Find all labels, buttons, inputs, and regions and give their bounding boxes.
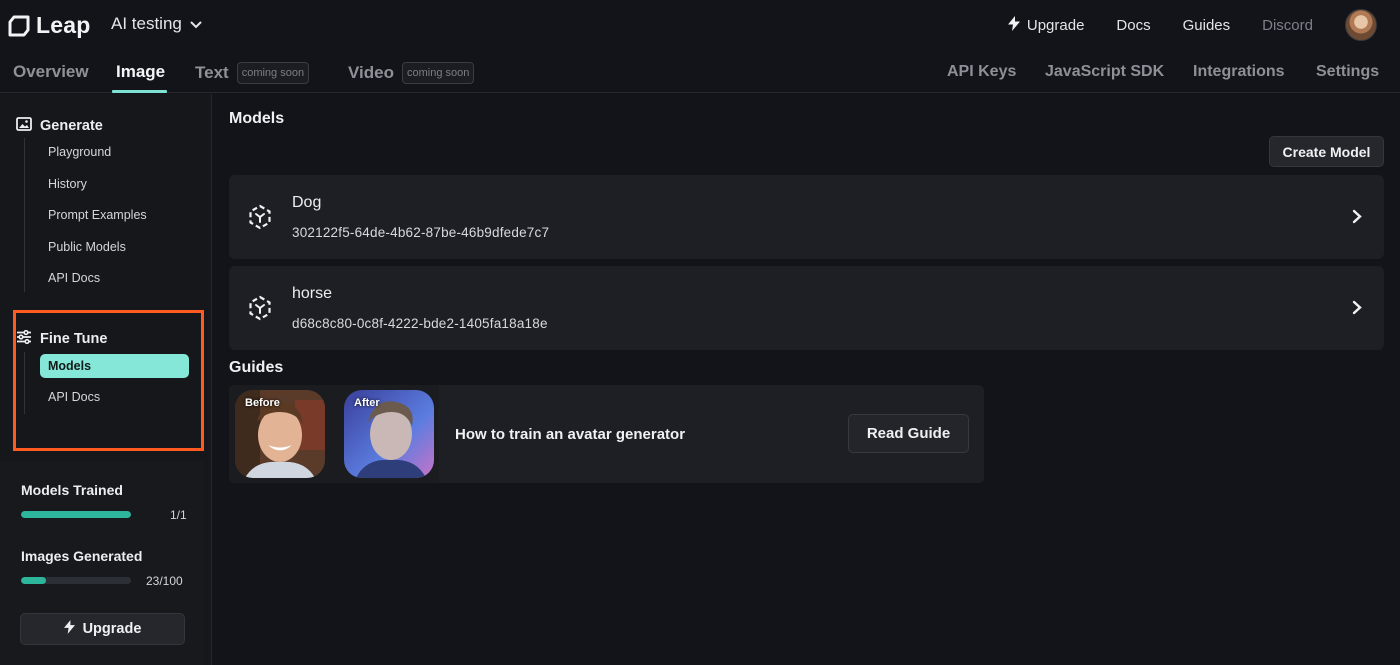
chevron-right-icon <box>1352 209 1362 229</box>
docs-link[interactable]: Docs <box>1116 17 1150 34</box>
after-illustration: After <box>344 390 434 478</box>
sidebar-item-history[interactable]: History <box>48 177 87 191</box>
lightning-icon <box>63 620 75 638</box>
user-avatar[interactable] <box>1345 9 1377 41</box>
sidebar-item-api-docs[interactable]: API Docs <box>48 271 100 285</box>
chevron-right-icon <box>1352 300 1362 320</box>
tab-text[interactable]: Text coming soon <box>195 62 310 84</box>
active-tab-indicator <box>112 90 167 93</box>
upgrade-button-label: Upgrade <box>82 621 142 637</box>
tree-line <box>24 138 25 292</box>
main-tabs: Overview Image Text coming soon Video co… <box>0 50 1400 93</box>
image-icon <box>16 117 32 135</box>
images-generated-label: Images Generated <box>21 548 143 564</box>
chevron-down-icon <box>190 14 202 34</box>
tab-text-label: Text <box>195 63 229 82</box>
after-label: After <box>354 397 380 409</box>
model-name: Dog <box>292 194 322 211</box>
progress-fill <box>21 577 47 584</box>
guide-thumbnail: Before After <box>229 385 439 483</box>
leap-logo-icon <box>8 15 30 37</box>
images-generated-count: 23/100 <box>146 574 183 588</box>
model-id: 302122f5-64de-4b62-87be-46b9dfede7c7 <box>292 225 550 240</box>
highlight-box <box>13 310 204 451</box>
logo-text: Leap <box>36 12 91 38</box>
top-nav: Upgrade Docs Guides Discord <box>1007 0 1400 50</box>
logo[interactable]: Leap <box>8 12 90 39</box>
sidebar-section-generate: Generate <box>16 117 103 135</box>
guides-link[interactable]: Guides <box>1183 17 1231 34</box>
upgrade-link[interactable]: Upgrade <box>1007 15 1085 35</box>
model-card[interactable]: Dog 302122f5-64de-4b62-87be-46b9dfede7c7 <box>229 175 1384 259</box>
model-name: horse <box>292 285 333 302</box>
tab-video-label: Video <box>348 63 394 82</box>
tab-overview[interactable]: Overview <box>13 62 89 82</box>
tab-video[interactable]: Video coming soon <box>348 62 475 84</box>
sidebar-item-public-models[interactable]: Public Models <box>48 240 126 254</box>
models-trained-progress <box>21 511 131 518</box>
read-guide-button[interactable]: Read Guide <box>848 414 969 453</box>
tab-settings[interactable]: Settings <box>1316 63 1379 81</box>
upgrade-button[interactable]: Upgrade <box>20 613 185 645</box>
sidebar-item-playground[interactable]: Playground <box>48 145 111 159</box>
project-selector[interactable]: AI testing <box>111 14 202 34</box>
models-section-title: Models <box>229 110 285 127</box>
tab-javascript-sdk[interactable]: JavaScript SDK <box>1045 63 1164 81</box>
coming-soon-badge: coming soon <box>236 62 310 84</box>
top-bar: Leap AI testing Upgrade Docs Guides Disc… <box>0 0 1400 50</box>
before-photo: Before <box>235 390 325 478</box>
models-trained-label: Models Trained <box>21 482 123 498</box>
before-label: Before <box>245 397 280 409</box>
tab-integrations[interactable]: Integrations <box>1193 63 1285 81</box>
sidebar-section-title: Generate <box>40 118 103 134</box>
guides-section-title: Guides <box>229 359 284 376</box>
model-card[interactable]: horse d68c8c80-0c8f-4222-bde2-1405fa18a1… <box>229 266 1384 350</box>
create-model-button[interactable]: Create Model <box>1269 136 1384 167</box>
tab-image[interactable]: Image <box>116 62 165 82</box>
images-generated-progress <box>21 577 131 584</box>
coming-soon-badge: coming soon <box>401 62 475 84</box>
guide-card[interactable]: Before After How to train an avatar gene… <box>229 385 984 483</box>
project-name: AI testing <box>111 14 182 33</box>
model-icon <box>247 295 273 326</box>
models-trained-count: 1/1 <box>170 508 187 522</box>
progress-fill <box>21 511 131 518</box>
discord-link[interactable]: Discord <box>1262 17 1313 34</box>
model-icon <box>247 204 273 235</box>
sidebar-item-prompt-examples[interactable]: Prompt Examples <box>48 208 147 222</box>
tab-api-keys[interactable]: API Keys <box>947 63 1016 81</box>
lightning-icon <box>1007 15 1020 35</box>
model-id: d68c8c80-0c8f-4222-bde2-1405fa18a18e <box>292 316 548 331</box>
upgrade-link-label: Upgrade <box>1026 16 1085 34</box>
guide-title: How to train an avatar generator <box>455 426 686 443</box>
